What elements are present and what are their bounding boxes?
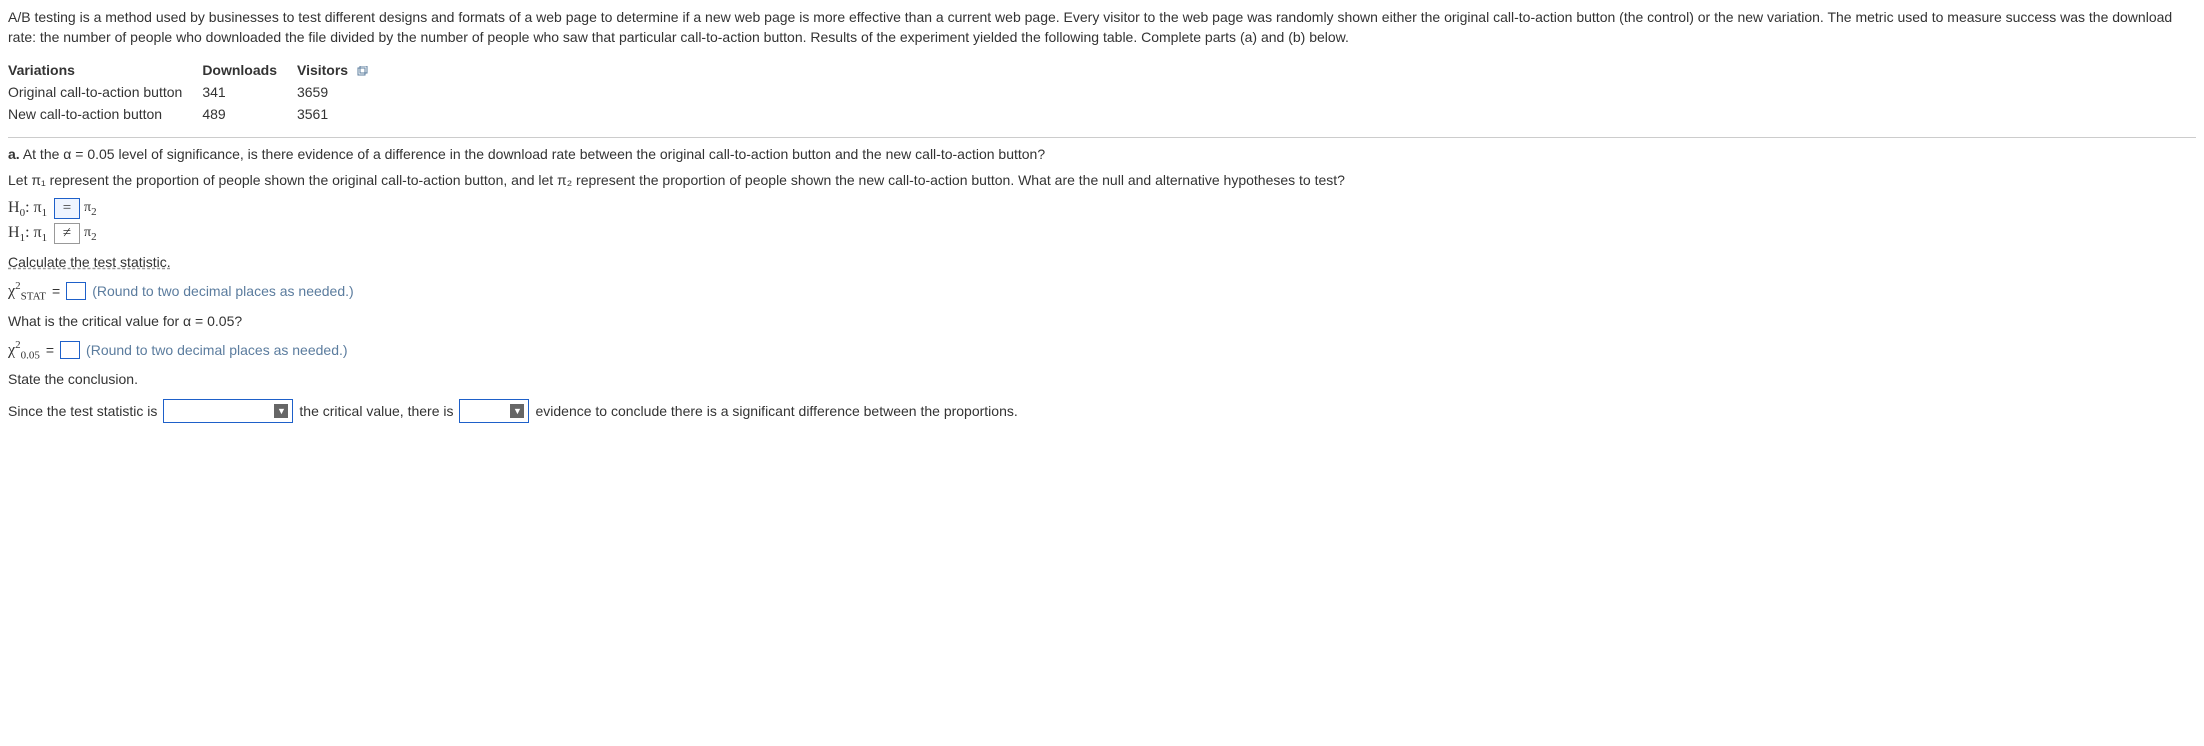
part-a-prefix: a. — [8, 146, 20, 162]
h1-row: H1: π1 ≠ π2 — [8, 223, 2196, 244]
table-row: New call-to-action button 489 3561 — [8, 103, 388, 125]
col-variations: Variations — [8, 59, 202, 81]
cell-visitors: 3561 — [297, 103, 388, 125]
col-visitors: Visitors — [297, 59, 388, 81]
conclusion-s2: the critical value, there is — [299, 403, 453, 419]
chi-stat-row: χ2STAT = (Round to two decimal places as… — [8, 280, 2196, 303]
h1-label: H1: π1 — [8, 224, 50, 244]
equals: = — [52, 283, 60, 299]
chevron-down-icon: ▼ — [510, 404, 524, 418]
h1-rhs: π2 — [84, 225, 97, 243]
chi-stat-label: χ2STAT — [8, 280, 46, 303]
conclusion-s3: evidence to conclude there is a signific… — [535, 403, 1017, 419]
round-hint: (Round to two decimal places as needed.) — [86, 342, 347, 358]
conclusion-dropdown-2[interactable]: ▼ — [459, 399, 529, 423]
chi-stat-input[interactable] — [66, 282, 86, 300]
round-hint: (Round to two decimal places as needed.) — [92, 283, 353, 299]
h0-label: H0: π1 — [8, 199, 50, 219]
intro-text: A/B testing is a method used by business… — [8, 8, 2196, 47]
chi-crit-label: χ20.05 — [8, 339, 40, 362]
conclusion-s1: Since the test statistic is — [8, 403, 157, 419]
state-prompt: State the conclusion. — [8, 371, 2196, 387]
chi-crit-row: χ20.05 = (Round to two decimal places as… — [8, 339, 2196, 362]
h0-row: H0: π1 = π2 — [8, 198, 2196, 219]
conclusion-row: Since the test statistic is ▼ the critic… — [8, 399, 2196, 423]
crit-prompt: What is the critical value for α = 0.05? — [8, 313, 2196, 329]
conclusion-dropdown-1[interactable]: ▼ — [163, 399, 293, 423]
h0-rhs: π2 — [84, 200, 97, 218]
divider — [8, 137, 2196, 138]
data-table: Variations Downloads Visitors Original c… — [8, 59, 388, 125]
let-line: Let π₁ represent the proportion of peopl… — [8, 172, 2196, 188]
cell-variation: Original call-to-action button — [8, 81, 202, 103]
cell-visitors: 3659 — [297, 81, 388, 103]
chevron-down-icon: ▼ — [274, 404, 288, 418]
chi-crit-input[interactable] — [60, 341, 80, 359]
equals: = — [46, 342, 54, 358]
h0-operator-select[interactable]: = — [54, 198, 80, 219]
copy-icon[interactable] — [356, 65, 368, 77]
part-a-question: a. At the α = 0.05 level of significance… — [8, 146, 2196, 162]
cell-downloads: 341 — [202, 81, 297, 103]
h1-operator-select[interactable]: ≠ — [54, 223, 80, 244]
table-row: Original call-to-action button 341 3659 — [8, 81, 388, 103]
col-downloads: Downloads — [202, 59, 297, 81]
cell-downloads: 489 — [202, 103, 297, 125]
calc-prompt: Calculate the test statistic. — [8, 254, 2196, 270]
part-a-text: At the α = 0.05 level of significance, i… — [23, 146, 1045, 162]
cell-variation: New call-to-action button — [8, 103, 202, 125]
